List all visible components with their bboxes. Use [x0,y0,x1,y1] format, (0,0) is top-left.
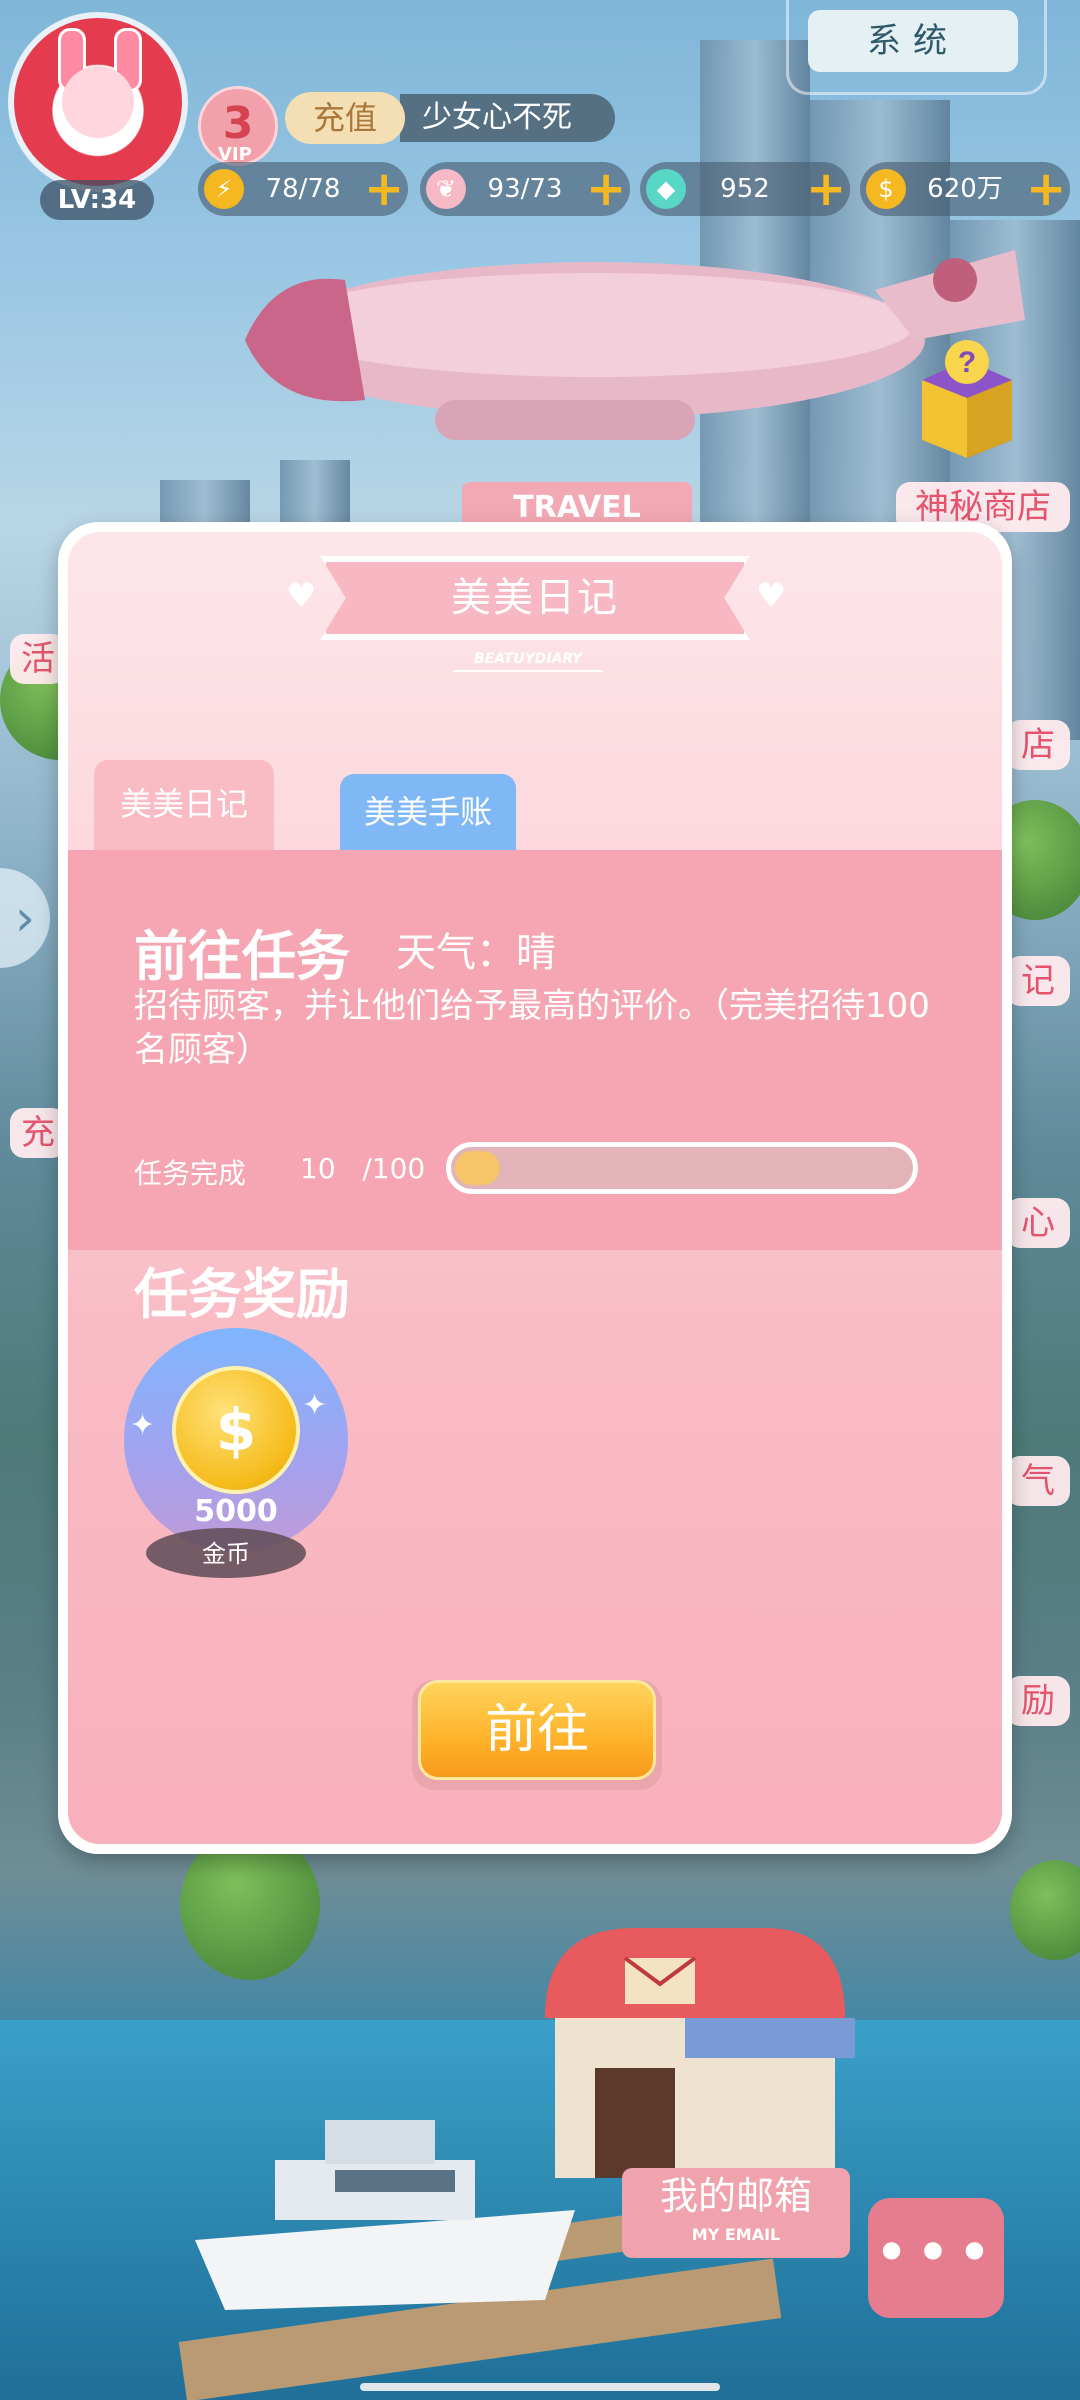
side-label-shop[interactable]: 店 [1006,720,1070,770]
task-title: 前往任务 [134,925,350,988]
go-button-label: 前往 [418,1680,656,1780]
tree [1010,1860,1080,1960]
mailbox-label: 我的邮箱 [659,2174,812,2218]
gold-coin-icon: $ [172,1366,300,1494]
progress-label: 任务完成 [134,1157,247,1190]
dialog-body: ♥ ♥ 美美日记 BEATUYDIARY 美美日记 美美手账 前往任务 天气：晴… [68,532,1002,1844]
more-button[interactable]: ••• [868,2198,1004,2318]
go-button[interactable]: 前往 [412,1680,662,1790]
diamond-resource: ◆ 952 + [640,162,850,216]
add-diamond-button[interactable]: + [806,165,846,213]
recharge-button[interactable]: 充值 [285,92,405,144]
wing-icon: ❦ [426,169,466,209]
side-label-heart[interactable]: 心 [1006,1198,1070,1248]
dialog-banner: 美美日记 [320,556,750,640]
avatar-face [62,66,134,138]
progress-count: 10 /100 [300,1152,425,1185]
mailbox-label-en: MY EMAIL [691,2225,781,2244]
sparkle-icon: ✦ [130,1408,156,1443]
dialog-title: 美美日记 [451,575,619,621]
diamond-value: 952 [720,174,770,204]
progress-total: /100 [362,1152,426,1185]
mailbox-button[interactable]: 我的邮箱 MY EMAIL [622,2168,850,2258]
player-level: LV:34 [40,180,154,220]
beauty-diary-dialog: ♥ ♥ 美美日记 BEATUYDIARY 美美日记 美美手账 前往任务 天气：晴… [58,522,1012,1854]
wing-value: 93/73 [487,174,563,204]
add-energy-button[interactable]: + [364,165,404,213]
reward-item-gold[interactable]: ✦ ✦ $ 5000 金币 [124,1328,348,1588]
heart-icon: ♥ [286,576,317,616]
energy-value: 78/78 [265,174,341,204]
yacht [195,2120,575,2310]
reward-amount: 5000 [194,1494,278,1529]
wing-resource: ❦ 93/73 + [420,162,630,216]
side-label-diary[interactable]: 记 [1006,956,1070,1006]
svg-text:?: ? [958,346,976,379]
add-coin-button[interactable]: + [1026,165,1066,213]
coin-icon: $ [866,169,906,209]
tab-beauty-journal[interactable]: 美美手账 [340,774,516,850]
diamond-icon: ◆ [646,169,686,209]
side-label-reward[interactable]: 励 [1006,1676,1070,1726]
tab-beauty-diary[interactable]: 美美日记 [94,760,274,850]
player-avatar[interactable] [8,12,188,192]
expand-arrow-icon[interactable]: › [0,868,50,968]
side-label-air[interactable]: 气 [1006,1456,1070,1506]
weather-text: 天气：晴 [396,930,556,976]
system-button[interactable]: 系统 [808,10,1018,72]
dialog-subtitle: BEATUYDIARY [453,648,603,672]
player-nickname: 少女心不死 [400,94,615,142]
home-indicator[interactable] [360,2383,720,2391]
reward-title: 任务奖励 [134,1263,350,1326]
sparkle-icon: ✦ [302,1388,328,1423]
progress-current: 10 [300,1152,336,1185]
reward-name: 金币 [202,1540,250,1568]
progress-fill [455,1151,501,1185]
heart-icon: ♥ [756,576,787,616]
mystery-box-icon[interactable]: ? [912,340,1022,460]
task-description: 招待顾客，并让他们给予最高的评价。（完美招待100名顾客） [134,986,930,1070]
coin-value: 620万 [927,174,1003,204]
add-wing-button[interactable]: + [586,165,626,213]
lightning-icon: ⚡ [204,169,244,209]
coin-resource: $ 620万 + [860,162,1070,216]
progress-bar [446,1142,918,1194]
energy-resource: ⚡ 78/78 + [198,162,408,216]
